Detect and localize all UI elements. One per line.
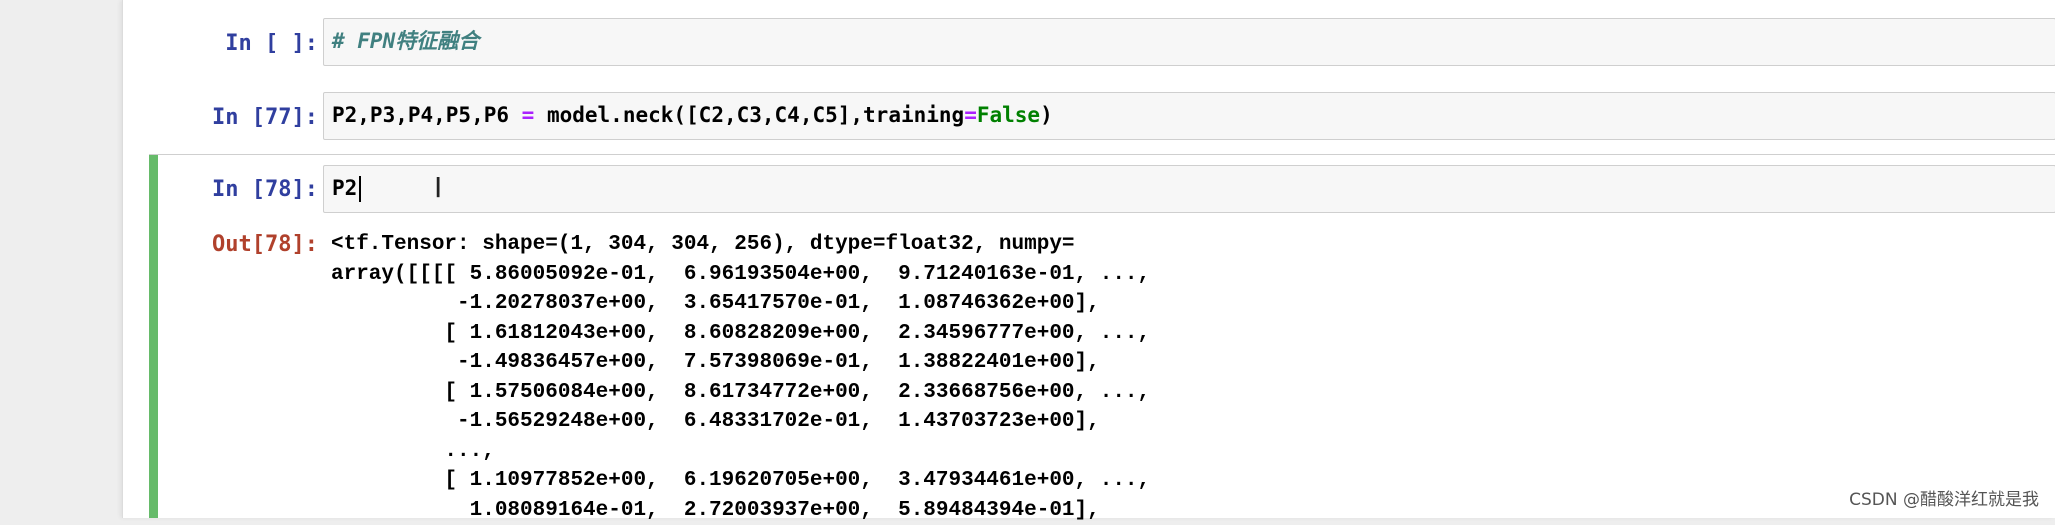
output-line: -1.49836457e+00, 7.57398069e-01, 1.38822… bbox=[331, 351, 1100, 374]
cell-3-code: P2 bbox=[332, 176, 358, 200]
cell-2-false-keyword: False bbox=[976, 103, 1041, 127]
output-line: -1.20278037e+00, 3.65417570e-01, 1.08746… bbox=[331, 292, 1100, 315]
mouse-ibeam-cursor-icon: I bbox=[434, 171, 443, 204]
output-line: -1.56529248e+00, 6.48331702e-01, 1.43703… bbox=[331, 410, 1100, 433]
cell-2-input[interactable]: P2,P3,P4,P5,P6 = model.neck([C2,C3,C4,C5… bbox=[323, 92, 2055, 140]
output-line: <tf.Tensor: shape=(1, 304, 304, 256), dt… bbox=[331, 233, 1075, 256]
cell-1-comment: # FPN特征融合 bbox=[332, 29, 480, 53]
selected-cell-outline bbox=[149, 154, 2055, 155]
cell-2-code-b: model.neck([C2,C3,C4,C5],training bbox=[534, 103, 965, 127]
cell-2-code-c: ) bbox=[1040, 103, 1053, 127]
cell-2-code-a: P2,P3,P4,P5,P6 bbox=[332, 103, 522, 127]
output-line: ..., bbox=[331, 439, 495, 463]
cell-2-prompt: In [77]: bbox=[212, 105, 318, 130]
cell-3-output: <tf.Tensor: shape=(1, 304, 304, 256), dt… bbox=[331, 230, 1150, 525]
text-cursor bbox=[359, 176, 362, 202]
output-line: 1.08089164e-01, 2.72003937e+00, 5.894843… bbox=[331, 498, 1100, 522]
output-line: array([[[[ 5.86005092e-01, 6.96193504e+0… bbox=[331, 262, 1151, 286]
code-cell-2[interactable]: In [77]: P2,P3,P4,P5,P6 = model.neck([C2… bbox=[123, 92, 2055, 140]
code-cell-3[interactable]: In [78]: P2 I bbox=[123, 165, 2055, 213]
cell-3-prompt: In [78]: bbox=[212, 177, 318, 202]
cell-1-prompt: In [ ]: bbox=[225, 31, 318, 56]
output-line: [ 1.10977852e+00, 6.19620705e+00, 3.4793… bbox=[331, 469, 1151, 492]
cell-2-assign-op: = bbox=[521, 103, 535, 127]
notebook-area: In [ ]: # FPN特征融合 In [77]: P2,P3,P4,P5,P… bbox=[122, 0, 2055, 522]
cell-3-out-prompt: Out[78]: bbox=[212, 232, 318, 257]
output-line: [ 1.57506084e+00, 8.61734772e+00, 2.3366… bbox=[331, 380, 1151, 404]
cell-1-input[interactable]: # FPN特征融合 bbox=[323, 18, 2055, 66]
csdn-watermark: CSDN @醋酸洋红就是我 bbox=[1849, 485, 2039, 510]
output-cell-3: Out[78]: <tf.Tensor: shape=(1, 304, 304,… bbox=[123, 230, 2055, 522]
cell-3-input[interactable]: P2 bbox=[323, 165, 2055, 213]
code-cell-1[interactable]: In [ ]: # FPN特征融合 bbox=[123, 18, 2055, 66]
cell-2-kwarg-op: = bbox=[964, 103, 977, 127]
output-line: [ 1.61812043e+00, 8.60828209e+00, 2.3459… bbox=[331, 321, 1151, 345]
